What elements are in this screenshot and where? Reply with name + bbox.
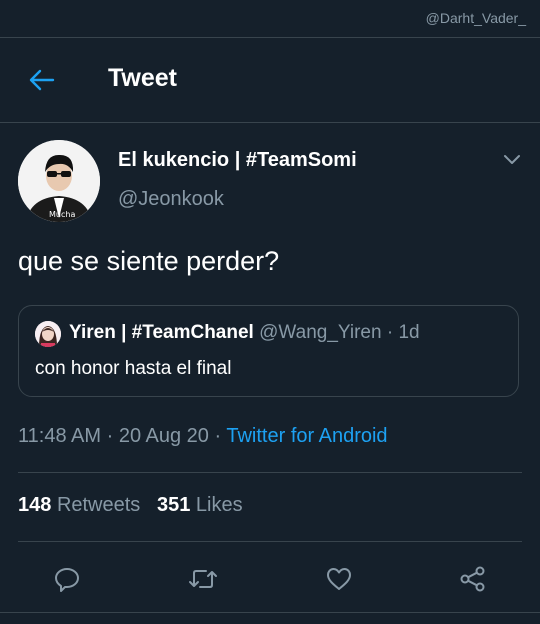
retweet-icon [189,570,217,588]
header-bar: Tweet [0,38,540,123]
quoted-header: Yiren | #TeamChanel @Wang_Yiren · 1d [69,322,420,344]
retweets-count: 148 [18,494,52,516]
more-options-button[interactable] [502,152,522,168]
author-handle[interactable]: @Jeonkook [118,188,224,211]
heart-icon [327,568,351,590]
chevron-down-icon [504,155,520,164]
retweets-label: Retweets [56,494,141,516]
tweet-source-link[interactable]: Twitter for Android [226,425,387,447]
divider [18,472,522,473]
avatar-caption: Mucha [49,210,75,219]
tweet-time: 11:48 AM [18,425,102,447]
avatar[interactable]: Mucha [18,140,100,222]
avatar-image: Mucha [18,140,100,222]
tweet-meta: 11:48 AM · 20 Aug 20 · Twitter for Andro… [18,425,388,448]
likes-count: 351 [156,494,191,516]
separator-dot: · [386,322,394,343]
page-title: Tweet [108,64,177,92]
tweet-date: 20 Aug 20 [118,425,209,447]
separator-dot: · [106,425,114,447]
tweet-text: que se siente perder? [18,246,280,276]
divider [18,541,522,542]
likes-stat[interactable]: 351 Likes [157,494,243,516]
separator-dot: · [214,425,222,447]
quoted-avatar [35,321,61,347]
back-button[interactable] [26,64,58,96]
divider [0,612,540,613]
quoted-author-handle: @Wang_Yiren [259,322,382,343]
quoted-age: 1d [398,322,420,343]
share-icon [460,566,485,592]
quoted-tweet[interactable]: Yiren | #TeamChanel @Wang_Yiren · 1d con… [18,305,519,397]
quoted-avatar-image [35,321,61,347]
reply-icon [55,568,79,592]
likes-label: Likes [195,494,243,516]
engagement-stats: 148 Retweets 351 Likes [18,494,243,517]
author-name[interactable]: El kukencio | #TeamSomi [118,149,357,172]
watermark: @Darht_Vader_ [425,10,526,26]
back-arrow-icon [29,69,55,91]
quoted-text: con honor hasta el final [35,358,232,379]
retweets-stat[interactable]: 148 Retweets [18,494,140,516]
action-bar [0,560,540,598]
retweet-button[interactable] [188,564,218,594]
like-button[interactable] [324,564,354,594]
share-button[interactable] [458,564,488,594]
reply-button[interactable] [52,564,82,594]
quoted-author-name: Yiren | #TeamChanel [69,322,254,343]
